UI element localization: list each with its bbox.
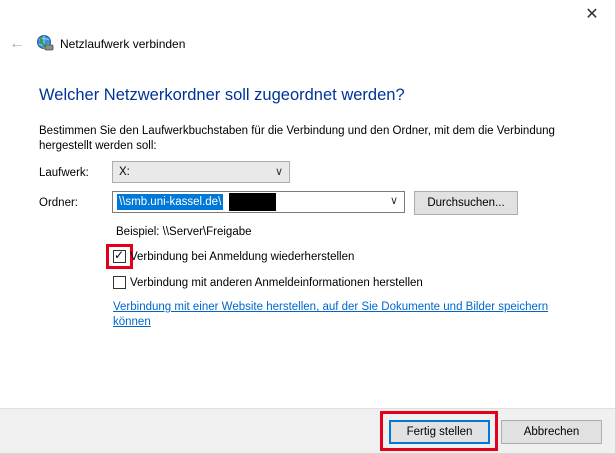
chevron-down-icon[interactable]: ∨ xyxy=(390,194,398,207)
checkmark-icon: ✓ xyxy=(114,248,125,262)
drive-label: Laufwerk: xyxy=(39,167,89,179)
folder-label: Ordner: xyxy=(39,197,78,209)
close-button[interactable]: ✕ xyxy=(572,0,612,28)
other-credentials-checkbox[interactable] xyxy=(113,276,126,289)
chevron-down-icon: ∨ xyxy=(274,166,283,178)
website-link[interactable]: Verbindung mit einer Website herstellen,… xyxy=(113,300,583,330)
back-arrow-icon: ← xyxy=(9,35,25,52)
folder-input-value[interactable]: \\smb.uni-kassel.de\ xyxy=(117,194,224,210)
finish-button[interactable]: Fertig stellen xyxy=(389,420,490,444)
reconnect-label: Verbindung bei Anmeldung wiederherstelle… xyxy=(130,251,355,263)
back-button[interactable]: ← xyxy=(8,34,26,54)
dialog-window: ✕ ← Netzlaufwerk verbinden Welcher Netzw… xyxy=(0,0,616,454)
cancel-button[interactable]: Abbrechen xyxy=(501,420,602,444)
reconnect-checkbox[interactable]: ✓ xyxy=(113,248,126,263)
network-drive-icon xyxy=(37,35,54,51)
close-icon: ✕ xyxy=(585,6,599,23)
other-credentials-label: Verbindung mit anderen Anmeldeinformatio… xyxy=(130,277,423,289)
drive-select-value: X: xyxy=(119,166,130,178)
drive-select[interactable]: X: ∨ xyxy=(112,161,290,183)
redacted-area xyxy=(229,193,276,211)
page-heading: Welcher Netzwerkordner soll zugeordnet w… xyxy=(39,86,405,104)
browse-button[interactable]: Durchsuchen... xyxy=(414,191,518,215)
description-text: Bestimmen Sie den Laufwerkbuchstaben für… xyxy=(39,125,555,152)
window-title: Netzlaufwerk verbinden xyxy=(60,37,186,51)
example-hint: Beispiel: \\Server\Freigabe xyxy=(116,226,252,238)
